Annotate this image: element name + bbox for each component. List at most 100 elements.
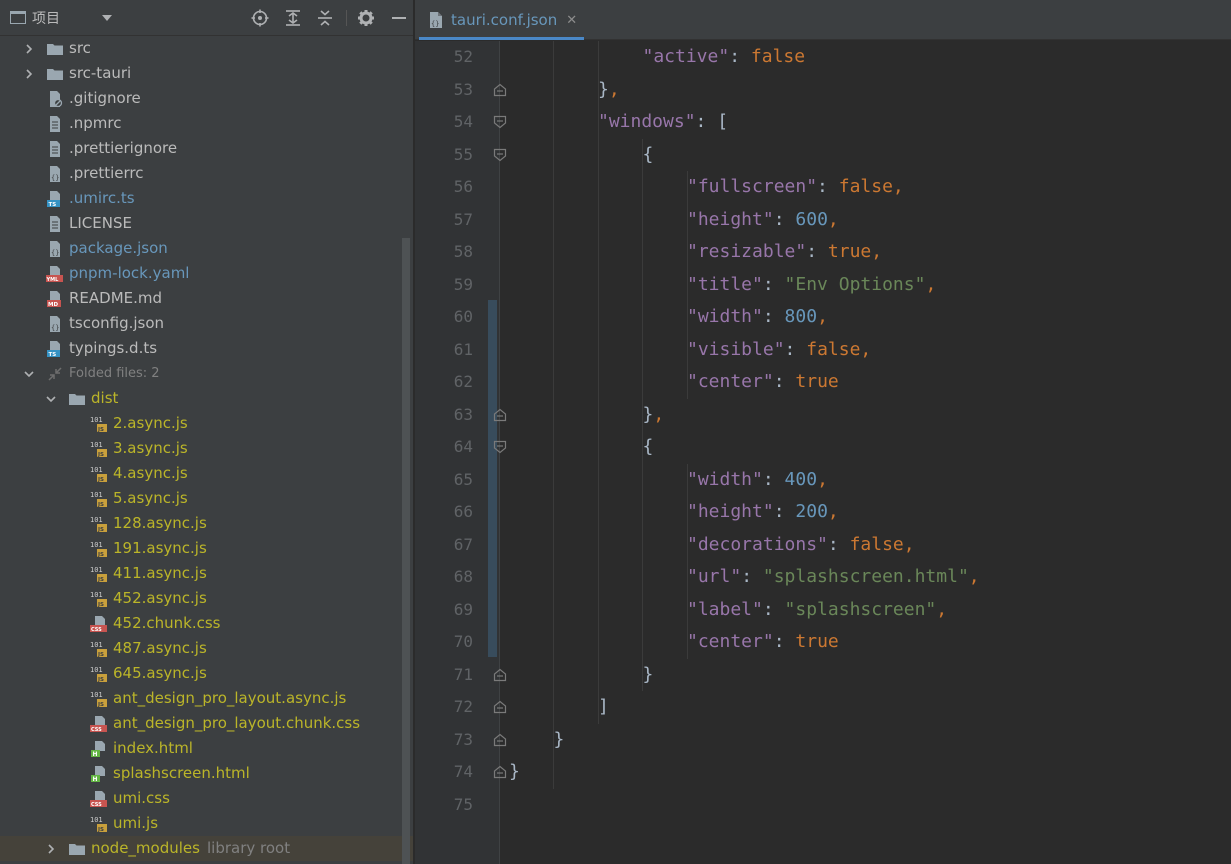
- tree-item[interactable]: YML pnpm-lock.yaml: [0, 261, 413, 286]
- tree-item[interactable]: LICENSE: [0, 211, 413, 236]
- fold-close-icon[interactable]: [493, 765, 507, 779]
- fold-open-icon[interactable]: [493, 115, 507, 129]
- markdown-file-icon: MD: [46, 290, 64, 308]
- tree-item[interactable]: CSS 452.chunk.css: [0, 611, 413, 636]
- svg-text:JS: JS: [97, 652, 104, 658]
- code-line[interactable]: ]: [598, 691, 609, 723]
- svg-text:JS: JS: [97, 702, 104, 708]
- project-view-selector[interactable]: 项目: [0, 0, 112, 35]
- tree-item-label: .umirc.ts: [69, 189, 135, 207]
- code-line[interactable]: "center": true: [687, 626, 839, 658]
- tab-tauri-conf-json[interactable]: {} tauri.conf.json ✕: [419, 0, 584, 40]
- chevron-right-icon[interactable]: [24, 69, 34, 79]
- collapse-all-icon[interactable]: [316, 9, 334, 27]
- tree-item[interactable]: node_modules library root: [0, 836, 413, 861]
- code-token: ,: [827, 501, 839, 522]
- locate-file-icon[interactable]: [251, 9, 269, 27]
- expand-all-icon[interactable]: [284, 9, 302, 27]
- code-line[interactable]: "title": "Env Options",: [687, 269, 936, 301]
- chevron-down-icon[interactable]: [102, 14, 112, 21]
- close-icon[interactable]: ✕: [566, 13, 577, 28]
- tree-item[interactable]: TS .umirc.ts: [0, 186, 413, 211]
- tree-item[interactable]: 101 JS 487.async.js: [0, 636, 413, 661]
- code-token: :: [817, 176, 839, 197]
- tree-item[interactable]: 101 JS 645.async.js: [0, 661, 413, 686]
- fold-close-icon[interactable]: [493, 700, 507, 714]
- line-number: 62: [453, 372, 473, 391]
- tree-item[interactable]: 101 JS 3.async.js: [0, 436, 413, 461]
- code-token: :: [773, 501, 796, 522]
- code-token: }: [553, 728, 565, 750]
- fold-close-icon[interactable]: [493, 83, 507, 97]
- tree-item[interactable]: 101 JS 4.async.js: [0, 461, 413, 486]
- code-line[interactable]: }: [509, 756, 520, 788]
- json-file-icon: {}: [46, 315, 64, 333]
- javascript-file-icon: 101 JS: [90, 565, 108, 583]
- code-line[interactable]: },: [598, 74, 620, 106]
- vcs-change-marker[interactable]: [488, 300, 497, 657]
- code-line[interactable]: {: [643, 431, 654, 463]
- tree-item[interactable]: 101 JS 191.async.js: [0, 536, 413, 561]
- code-line[interactable]: },: [643, 399, 665, 431]
- code-line[interactable]: "fullscreen": false,: [687, 171, 904, 203]
- tree-item[interactable]: {} tsconfig.json: [0, 311, 413, 336]
- fold-close-icon[interactable]: [493, 408, 507, 422]
- tree-item[interactable]: 101 JS 452.async.js: [0, 586, 413, 611]
- tree-item[interactable]: TS typings.d.ts: [0, 336, 413, 361]
- folder-icon: [46, 65, 64, 83]
- code-line[interactable]: "label": "splashscreen",: [687, 594, 947, 626]
- code-line[interactable]: "url": "splashscreen.html",: [687, 561, 980, 593]
- fold-open-icon[interactable]: [493, 440, 507, 454]
- code-line[interactable]: "windows": [: [598, 106, 728, 138]
- chevron-down-icon[interactable]: [24, 369, 34, 379]
- code-line[interactable]: {: [643, 139, 654, 171]
- chevron-right-icon[interactable]: [24, 44, 34, 54]
- tree-item[interactable]: 101 JS 411.async.js: [0, 561, 413, 586]
- tree-item[interactable]: 101 JS 128.async.js: [0, 511, 413, 536]
- tree-item[interactable]: 101 JS 5.async.js: [0, 486, 413, 511]
- tree-item[interactable]: src-tauri: [0, 61, 413, 86]
- tree-item-label: ant_design_pro_layout.async.js: [113, 689, 347, 707]
- code-line[interactable]: "height": 600,: [687, 204, 839, 236]
- code-line[interactable]: "center": true: [687, 366, 839, 398]
- code-line[interactable]: }: [643, 659, 654, 691]
- code-line[interactable]: "width": 800,: [687, 301, 828, 333]
- tree-item[interactable]: .npmrc: [0, 111, 413, 136]
- code-line[interactable]: "width": 400,: [687, 464, 828, 496]
- chevron-down-icon[interactable]: [46, 394, 56, 404]
- tree-item[interactable]: {} .prettierrc: [0, 161, 413, 186]
- fold-open-icon[interactable]: [493, 148, 507, 162]
- tree-item[interactable]: MD README.md: [0, 286, 413, 311]
- tree-item[interactable]: dist: [0, 386, 413, 411]
- line-number: 61: [453, 339, 473, 359]
- tree-item-label: 191.async.js: [113, 539, 207, 557]
- tree-item[interactable]: 101 JS 2.async.js: [0, 411, 413, 436]
- tree-item[interactable]: .prettierignore: [0, 136, 413, 161]
- tree-item[interactable]: .gitignore: [0, 86, 413, 111]
- tree-item[interactable]: Hsplashscreen.html: [0, 761, 413, 786]
- code-line[interactable]: "visible": false,: [687, 334, 871, 366]
- gear-icon[interactable]: [357, 9, 375, 27]
- code-line[interactable]: }: [554, 724, 565, 756]
- chevron-right-icon[interactable]: [46, 844, 56, 854]
- tree-item[interactable]: Hindex.html: [0, 736, 413, 761]
- line-number: 72: [453, 697, 473, 716]
- tree-item[interactable]: 101 JS ant_design_pro_layout.async.js: [0, 686, 413, 711]
- hide-panel-icon[interactable]: [390, 9, 408, 27]
- code-token: "decorations": [687, 533, 828, 555]
- tree-item[interactable]: Folded files: 2: [0, 361, 413, 386]
- tree-item[interactable]: CSS ant_design_pro_layout.chunk.css: [0, 711, 413, 736]
- fold-close-icon[interactable]: [493, 668, 507, 682]
- code-line[interactable]: "decorations": false,: [687, 529, 915, 561]
- tree-item[interactable]: 101 JS umi.js: [0, 811, 413, 836]
- code-token: "height": [687, 208, 774, 230]
- project-tree-scrollbar[interactable]: [402, 238, 410, 864]
- code-line[interactable]: "height": 200,: [687, 496, 839, 528]
- tree-item[interactable]: src: [0, 36, 413, 61]
- tree-item[interactable]: CSS umi.css: [0, 786, 413, 811]
- code-line[interactable]: "active": false: [643, 41, 806, 73]
- json-file-icon: {}: [427, 11, 445, 29]
- fold-close-icon[interactable]: [493, 733, 507, 747]
- tree-item[interactable]: {} package.json: [0, 236, 413, 261]
- code-line[interactable]: "resizable": true,: [687, 236, 882, 268]
